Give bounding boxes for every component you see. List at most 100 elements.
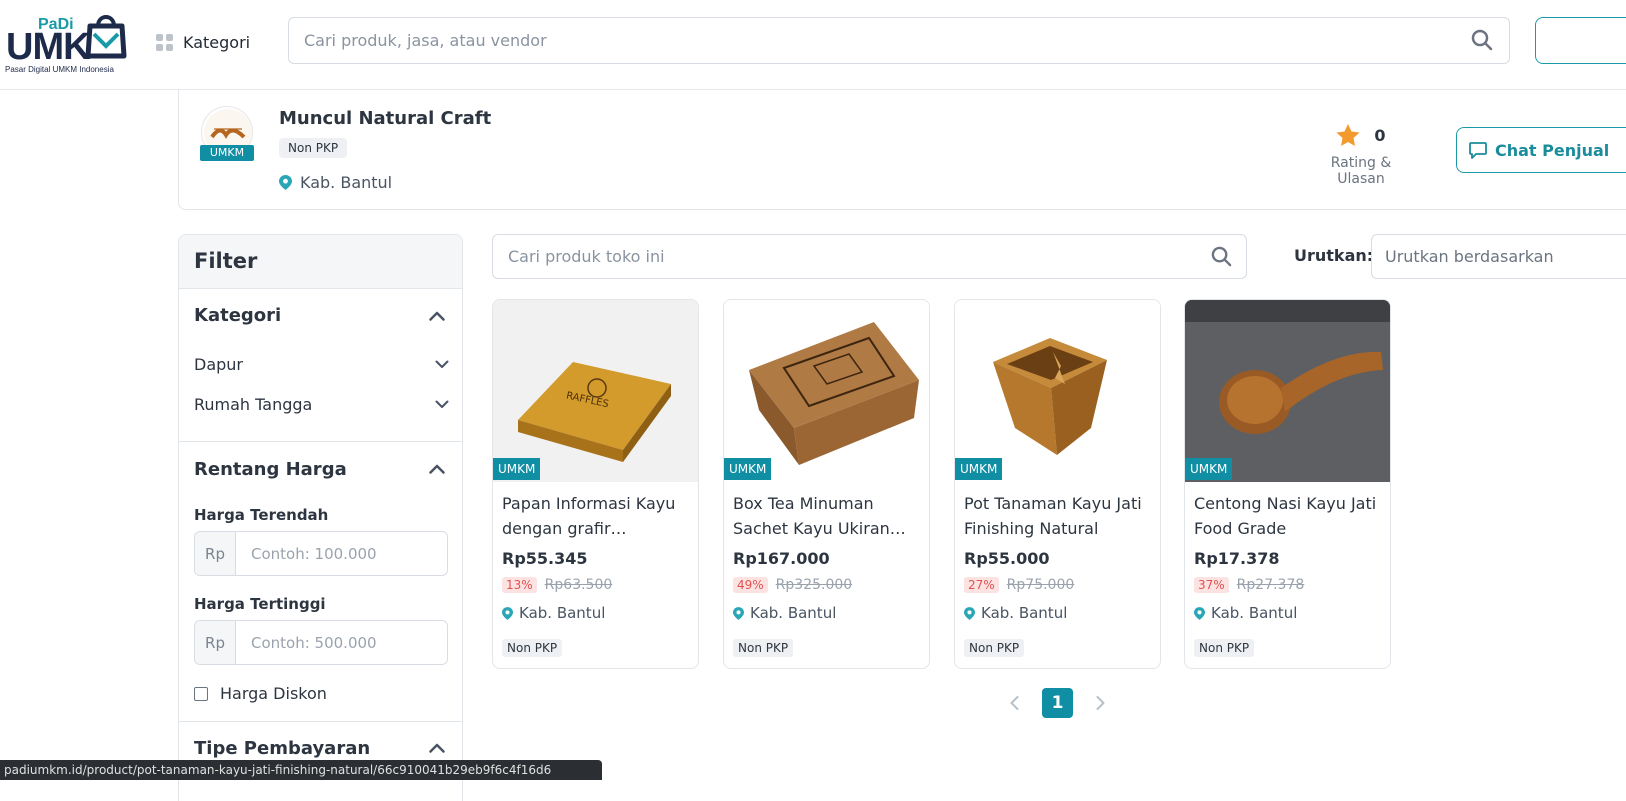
product-card[interactable]: UMKM Pot Tanaman Kayu Jati Finishing Nat… bbox=[954, 299, 1161, 669]
price-range-section-title[interactable]: Rentang Harga bbox=[194, 459, 347, 480]
chevron-left-icon[interactable] bbox=[1006, 694, 1024, 712]
discount-badge: 27% bbox=[964, 577, 999, 593]
original-price: Rp75.000 bbox=[1006, 577, 1075, 593]
category-item-dapur[interactable]: Dapur bbox=[194, 355, 449, 374]
chevron-up-icon[interactable] bbox=[429, 743, 445, 753]
product-price: Rp55.345 bbox=[502, 549, 588, 568]
chat-seller-label: Chat Penjual bbox=[1495, 140, 1610, 160]
discount-row: 49% Rp325.000 bbox=[733, 577, 852, 593]
product-location: Kab. Bantul bbox=[1194, 604, 1297, 622]
min-price-input[interactable]: Rp Contoh: 100.000 bbox=[194, 531, 448, 576]
product-location-text: Kab. Bantul bbox=[750, 604, 837, 622]
tax-status-badge: Non PKP bbox=[1194, 639, 1255, 657]
store-product-search-input[interactable]: Cari produk toko ini bbox=[492, 234, 1247, 279]
store-name: Muncul Natural Craft bbox=[279, 108, 492, 129]
location-pin-icon bbox=[733, 606, 744, 620]
grid-icon bbox=[156, 33, 173, 51]
product-location: Kab. Bantul bbox=[964, 604, 1067, 622]
store-search-placeholder: Cari produk toko ini bbox=[508, 247, 665, 266]
category-item-label: Dapur bbox=[194, 355, 243, 374]
product-card[interactable]: UMKM Centong Nasi Kayu Jati Food Grade R… bbox=[1184, 299, 1391, 669]
store-location-text: Kab. Bantul bbox=[300, 173, 393, 192]
padi-umkm-logo[interactable]: PaDi UMK Pasar Digital UMKM Indonesia bbox=[4, 6, 128, 76]
product-image[interactable]: RAFFLES bbox=[493, 300, 698, 482]
pagination: 1 bbox=[1006, 688, 1109, 718]
global-search-input[interactable]: Cari produk, jasa, atau vendor bbox=[288, 17, 1510, 64]
logo-tagline: Pasar Digital UMKM Indonesia bbox=[5, 65, 114, 74]
tax-status-badge: Non PKP bbox=[733, 639, 794, 657]
location-pin-icon bbox=[964, 606, 975, 620]
chevron-up-icon[interactable] bbox=[429, 464, 445, 474]
store-location: Kab. Bantul bbox=[279, 173, 392, 192]
page-button-current[interactable]: 1 bbox=[1042, 688, 1073, 718]
star-icon bbox=[1336, 124, 1360, 146]
chevron-right-icon[interactable] bbox=[1091, 694, 1109, 712]
rating-value: 0 bbox=[1374, 126, 1386, 145]
tax-status-badge: Non PKP bbox=[502, 639, 563, 657]
logo-text-large: UMK bbox=[6, 26, 91, 68]
store-info-card: UMKM Muncul Natural Craft Non PKP Kab. B… bbox=[178, 90, 1626, 210]
filter-divider bbox=[179, 441, 462, 442]
rating-label: Rating & Ulasan bbox=[1330, 155, 1392, 187]
product-location-text: Kab. Bantul bbox=[981, 604, 1068, 622]
discount-price-checkbox[interactable]: Harga Diskon bbox=[194, 684, 327, 703]
login-button[interactable] bbox=[1535, 17, 1626, 64]
location-pin-icon bbox=[1194, 606, 1205, 620]
min-price-label: Harga Terendah bbox=[194, 506, 329, 524]
kategori-label: Kategori bbox=[183, 32, 251, 52]
search-icon[interactable] bbox=[1471, 29, 1493, 51]
search-icon[interactable] bbox=[1211, 246, 1232, 267]
discount-price-label: Harga Diskon bbox=[220, 684, 327, 703]
chat-seller-button[interactable]: Chat Penjual bbox=[1456, 127, 1626, 173]
currency-prefix: Rp bbox=[195, 532, 236, 575]
top-header: PaDi UMK Pasar Digital UMKM Indonesia Ka… bbox=[0, 0, 1626, 90]
product-price: Rp167.000 bbox=[733, 549, 830, 568]
discount-row: 37% Rp27.378 bbox=[1194, 577, 1304, 593]
product-location-text: Kab. Bantul bbox=[519, 604, 606, 622]
category-item-rumah-tangga[interactable]: Rumah Tangga bbox=[194, 395, 449, 414]
product-name[interactable]: Box Tea Minuman Sachet Kayu Ukiran… bbox=[733, 491, 923, 541]
kategori-section-title[interactable]: Kategori bbox=[194, 305, 281, 326]
discount-row: 27% Rp75.000 bbox=[964, 577, 1074, 593]
product-card[interactable]: RAFFLES UMKM Papan Informasi Kayu dengan… bbox=[492, 299, 699, 669]
chevron-down-icon[interactable] bbox=[435, 400, 449, 409]
product-name[interactable]: Centong Nasi Kayu Jati Food Grade bbox=[1194, 491, 1384, 541]
location-pin-icon bbox=[279, 175, 292, 190]
product-card[interactable]: UMKM Box Tea Minuman Sachet Kayu Ukiran…… bbox=[723, 299, 930, 669]
umkm-badge: UMKM bbox=[493, 458, 541, 480]
max-price-placeholder: Contoh: 500.000 bbox=[251, 633, 377, 652]
product-image[interactable] bbox=[955, 300, 1160, 482]
sort-select[interactable]: Urutkan berdasarkan bbox=[1371, 234, 1626, 279]
product-name[interactable]: Pot Tanaman Kayu Jati Finishing Natural bbox=[964, 491, 1154, 541]
product-location: Kab. Bantul bbox=[502, 604, 605, 622]
min-price-placeholder: Contoh: 100.000 bbox=[251, 544, 377, 563]
store-tax-status-badge: Non PKP bbox=[279, 138, 348, 158]
product-price: Rp17.378 bbox=[1194, 549, 1280, 568]
global-search-placeholder: Cari produk, jasa, atau vendor bbox=[304, 31, 547, 50]
product-name[interactable]: Papan Informasi Kayu dengan grafir barco… bbox=[502, 491, 692, 541]
max-price-label: Harga Tertinggi bbox=[194, 595, 326, 613]
discount-badge: 13% bbox=[502, 577, 537, 593]
umkm-badge: UMKM bbox=[955, 458, 1003, 480]
umkm-badge: UMKM bbox=[1185, 458, 1233, 480]
product-price: Rp55.000 bbox=[964, 549, 1050, 568]
umkm-badge: UMKM bbox=[724, 458, 772, 480]
chevron-down-icon[interactable] bbox=[435, 360, 449, 369]
product-image[interactable] bbox=[724, 300, 929, 482]
store-rating[interactable]: 0 Rating & Ulasan bbox=[1309, 124, 1413, 187]
payment-type-section-title[interactable]: Tipe Pembayaran bbox=[194, 738, 370, 759]
discount-badge: 37% bbox=[1194, 577, 1229, 593]
product-image[interactable] bbox=[1185, 300, 1390, 482]
checkbox-box[interactable] bbox=[194, 686, 208, 701]
currency-prefix: Rp bbox=[195, 621, 236, 664]
kategori-menu-button[interactable]: Kategori bbox=[156, 28, 250, 56]
filter-divider bbox=[179, 721, 462, 722]
chevron-up-icon[interactable] bbox=[429, 311, 445, 321]
store-umkm-badge: UMKM bbox=[200, 145, 254, 161]
shopping-bag-logo-icon bbox=[85, 15, 127, 59]
original-price: Rp27.378 bbox=[1236, 577, 1305, 593]
max-price-input[interactable]: Rp Contoh: 500.000 bbox=[194, 620, 448, 665]
chat-icon bbox=[1469, 141, 1487, 159]
discount-badge: 49% bbox=[733, 577, 768, 593]
link-preview-status-bar: padiumkm.id/product/pot-tanaman-kayu-jat… bbox=[0, 760, 602, 780]
